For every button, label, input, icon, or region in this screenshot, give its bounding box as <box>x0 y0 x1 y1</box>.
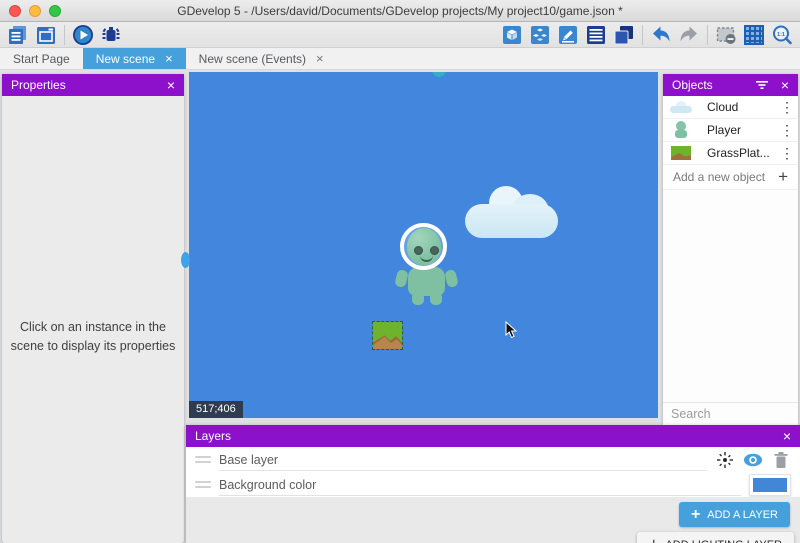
minimize-window-button[interactable] <box>29 5 41 17</box>
mask-icon[interactable] <box>714 23 738 47</box>
panel-resize-handle[interactable] <box>181 252 190 268</box>
layer-name-field[interactable]: Base layer <box>219 449 707 471</box>
background-color-label: Background color <box>219 474 741 496</box>
close-icon[interactable]: × <box>167 78 175 92</box>
edit-scene-icon[interactable] <box>556 23 580 47</box>
scene-editor-icon[interactable] <box>34 23 58 47</box>
grass-thumbnail-icon <box>669 144 693 162</box>
svg-text:1:1: 1:1 <box>777 32 785 38</box>
object-name: Player <box>707 123 780 137</box>
object-groups-icon[interactable] <box>528 23 552 47</box>
add-layer-button[interactable]: + ADD A LAYER <box>679 502 790 527</box>
plus-icon: + <box>691 506 700 524</box>
drag-handle-icon[interactable] <box>195 481 211 488</box>
maximize-window-button[interactable] <box>49 5 61 17</box>
tab-label: New scene <box>96 52 155 66</box>
background-color-picker[interactable] <box>749 474 791 496</box>
properties-panel: Properties × Click on an instance in the… <box>2 74 184 543</box>
drag-handle-icon[interactable] <box>195 456 211 463</box>
filter-icon[interactable] <box>755 79 769 91</box>
tab-bar: Start Page New scene × New scene (Events… <box>0 48 800 70</box>
add-layer-label: ADD A LAYER <box>707 509 778 521</box>
objects-search-bar <box>663 402 798 425</box>
layers-panel-header: Layers × <box>186 425 800 447</box>
tab-new-scene-events[interactable]: New scene (Events) × <box>186 48 337 69</box>
plus-icon: + <box>778 167 788 187</box>
delete-layer-trash-icon[interactable] <box>771 450 791 470</box>
canvas-resize-handle[interactable] <box>432 72 446 77</box>
background-color-swatch <box>753 478 787 492</box>
window-controls <box>9 5 61 17</box>
grid-icon[interactable] <box>742 23 766 47</box>
properties-empty-message: Click on an instance in the scene to dis… <box>10 318 176 357</box>
object-name: Cloud <box>707 100 780 114</box>
object-row-grassplatform[interactable]: GrassPlat... ⋮ <box>663 142 798 165</box>
debug-icon[interactable] <box>99 23 123 47</box>
player-thumbnail-icon <box>669 121 693 139</box>
layer-row-base[interactable]: Base layer <box>186 447 800 472</box>
layers-panel-title: Layers <box>195 429 783 443</box>
gdevelop-window: GDevelop 5 - /Users/david/Documents/GDev… <box>0 0 800 543</box>
play-icon[interactable] <box>71 23 95 47</box>
add-lighting-layer-label: ADD LIGHTING LAYER <box>665 539 782 543</box>
layers-panel-footer: + ADD A LAYER + ADD LIGHTING LAYER <box>186 497 800 543</box>
main-toolbar: 1:1 <box>0 22 800 48</box>
layers-icon[interactable] <box>612 23 636 47</box>
layer-effects-icon[interactable] <box>715 450 735 470</box>
undo-icon[interactable] <box>649 23 673 47</box>
cloud-object[interactable] <box>465 186 558 238</box>
add-object-icon[interactable] <box>500 23 524 47</box>
layers-panel: Layers × Base layer Background color <box>186 425 800 543</box>
object-row-player[interactable]: Player ⋮ <box>663 119 798 142</box>
close-icon[interactable]: × <box>783 429 791 443</box>
cursor-coordinates: 517;406 <box>189 401 243 418</box>
add-new-object-button[interactable]: Add a new object + <box>663 165 798 190</box>
close-window-button[interactable] <box>9 5 21 17</box>
toolbar-separator <box>64 25 65 45</box>
close-icon[interactable]: × <box>781 78 789 92</box>
tab-start-page[interactable]: Start Page <box>0 48 83 69</box>
kebab-menu-icon[interactable]: ⋮ <box>780 122 792 139</box>
kebab-menu-icon[interactable]: ⋮ <box>780 145 792 162</box>
kebab-menu-icon[interactable]: ⋮ <box>780 99 792 116</box>
scene-canvas[interactable]: 517;406 <box>189 72 658 418</box>
project-manager-icon[interactable] <box>6 23 30 47</box>
objects-panel-title: Objects <box>672 78 755 92</box>
window-title: GDevelop 5 - /Users/david/Documents/GDev… <box>177 4 623 18</box>
tab-close-icon[interactable]: × <box>316 52 324 65</box>
layer-visibility-eye-icon[interactable] <box>743 450 763 470</box>
objects-panel-header: Objects × <box>663 74 798 96</box>
tab-label: New scene (Events) <box>199 52 306 66</box>
properties-panel-title: Properties <box>11 78 167 92</box>
instances-list-icon[interactable] <box>584 23 608 47</box>
cloud-thumbnail-icon <box>669 98 693 116</box>
tab-new-scene[interactable]: New scene × <box>83 48 186 69</box>
tab-close-icon[interactable]: × <box>165 52 173 65</box>
redo-icon[interactable] <box>677 23 701 47</box>
toolbar-separator <box>642 25 643 45</box>
toolbar-separator <box>707 25 708 45</box>
object-row-cloud[interactable]: Cloud ⋮ <box>663 96 798 119</box>
properties-panel-header: Properties × <box>2 74 184 96</box>
objects-panel-empty-area <box>663 190 798 402</box>
layer-row-background-color[interactable]: Background color <box>186 472 800 497</box>
add-lighting-layer-button[interactable]: + ADD LIGHTING LAYER <box>637 532 794 543</box>
zoom-1-1-icon[interactable]: 1:1 <box>770 23 794 47</box>
search-input[interactable] <box>671 407 800 421</box>
objects-panel: Objects × Cloud ⋮ Player ⋮ GrassPlat... <box>663 74 798 425</box>
tab-label: Start Page <box>13 52 70 66</box>
title-bar: GDevelop 5 - /Users/david/Documents/GDev… <box>0 0 800 22</box>
mouse-cursor-icon <box>505 321 517 339</box>
object-name: GrassPlat... <box>707 146 780 160</box>
plus-icon: + <box>649 536 658 543</box>
grass-platform-object[interactable] <box>373 322 402 349</box>
add-new-object-label: Add a new object <box>673 170 778 184</box>
